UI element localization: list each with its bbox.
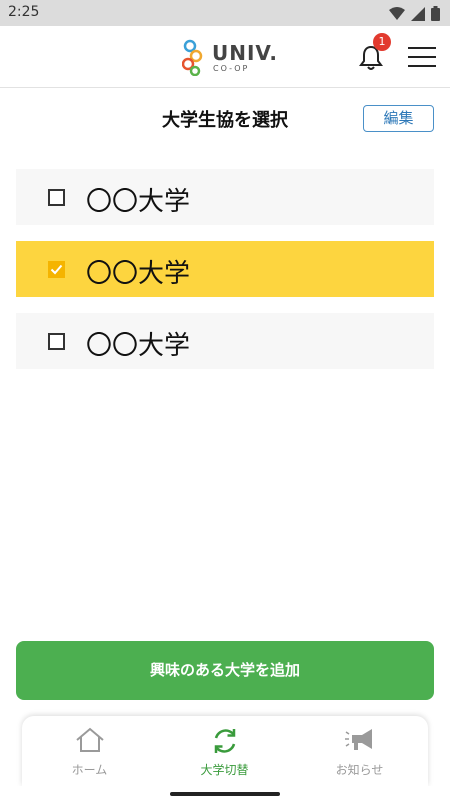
university-list-item[interactable]: 〇〇大学 <box>16 169 434 225</box>
checkmark-icon <box>50 264 63 275</box>
status-icons <box>389 6 440 21</box>
megaphone-icon <box>344 729 372 750</box>
logo-subtext: CO-OP <box>213 64 250 73</box>
checkbox[interactable] <box>48 189 65 206</box>
signal-icon <box>411 6 425 21</box>
system-home-indicator <box>0 786 450 800</box>
wifi-icon <box>389 6 405 20</box>
status-time: 2:25 <box>8 4 40 20</box>
university-list-item-selected[interactable]: 〇〇大学 <box>16 241 434 297</box>
home-indicator-bar[interactable] <box>170 792 280 796</box>
app-header: UNIV. CO-OP 1 <box>0 26 450 88</box>
nav-switch-university-label: 大学切替 <box>200 763 249 777</box>
edit-button[interactable]: 編集 <box>363 105 434 132</box>
notification-badge: 1 <box>373 33 391 51</box>
checkbox-checked[interactable] <box>48 261 65 278</box>
nav-notices[interactable]: お知らせ <box>292 716 427 786</box>
logo-text: UNIV. <box>212 41 278 65</box>
hamburger-menu-icon[interactable] <box>408 46 436 68</box>
bottom-navigation: ホーム 大学切替 お知らせ <box>22 716 428 786</box>
university-list-item[interactable]: 〇〇大学 <box>16 313 434 369</box>
refresh-icon <box>214 729 235 753</box>
university-name: 〇〇大学 <box>86 187 191 217</box>
checkbox[interactable] <box>48 333 65 350</box>
university-name: 〇〇大学 <box>86 259 191 289</box>
home-icon <box>75 727 104 752</box>
battery-icon <box>431 6 440 21</box>
nav-switch-university[interactable]: 大学切替 <box>157 716 292 786</box>
university-name: 〇〇大学 <box>86 331 191 361</box>
status-bar: 2:25 <box>0 0 450 26</box>
nav-home-label: ホーム <box>71 763 108 777</box>
nav-notices-label: お知らせ <box>335 763 384 777</box>
nav-home[interactable]: ホーム <box>22 716 157 786</box>
add-university-button[interactable]: 興味のある大学を追加 <box>16 641 434 700</box>
